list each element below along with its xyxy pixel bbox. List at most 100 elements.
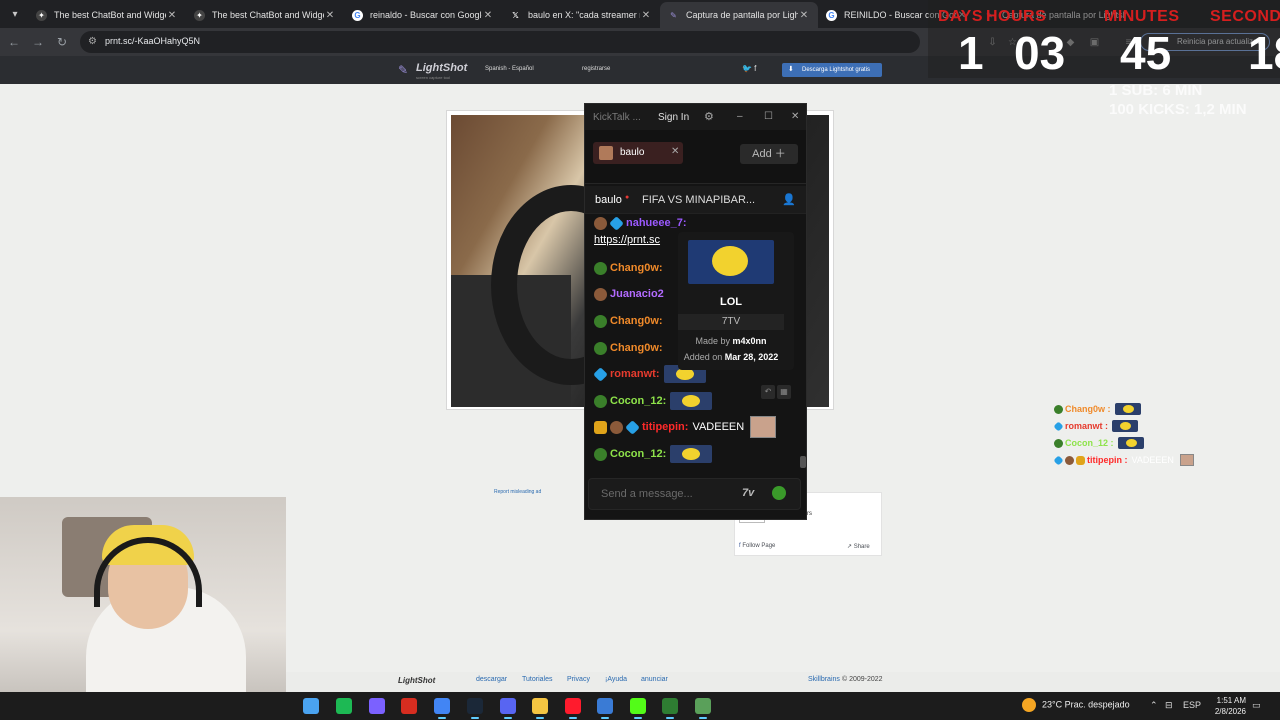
kicktalk-tabbar: baulo ✕ Add ＋: [585, 130, 806, 184]
language-indicator[interactable]: ESP: [1183, 700, 1201, 710]
follow-page-button[interactable]: f Follow Page: [739, 543, 775, 549]
copy-icon[interactable]: ▦: [777, 385, 791, 399]
face-emote[interactable]: [750, 416, 777, 438]
tab-close-icon[interactable]: ✕: [640, 10, 652, 21]
footer-link-tutorials[interactable]: Tutoriales: [522, 676, 552, 683]
opera-icon[interactable]: [565, 698, 581, 719]
reload-icon[interactable]: ↻: [54, 34, 70, 50]
file-explorer-icon[interactable]: [532, 698, 548, 719]
close-icon[interactable]: ✕: [791, 111, 799, 122]
chat-username[interactable]: Cocon_12:: [610, 448, 666, 460]
emote-name: LOL: [720, 296, 742, 308]
app2-icon[interactable]: [695, 698, 711, 719]
steam-icon[interactable]: [467, 698, 483, 719]
tab-close-icon[interactable]: ✕: [324, 10, 336, 21]
browser-tab[interactable]: 𝕏 baulo en X: "cada streamer nue ✕: [502, 2, 660, 28]
chat-username[interactable]: Chang0w:: [610, 315, 663, 327]
tab-close-icon[interactable]: ✕: [798, 10, 810, 21]
tab-search-button[interactable]: ▾: [4, 3, 26, 25]
spotify-icon[interactable]: [336, 698, 352, 714]
kick-icon[interactable]: [630, 698, 646, 719]
channel-tab-chip[interactable]: baulo ✕: [593, 142, 683, 164]
lightshot-logo[interactable]: ✎ LightShot screen capture tool: [398, 61, 468, 81]
emote-provider: 7TV: [678, 314, 784, 330]
gear-icon[interactable]: ⚙: [704, 110, 714, 123]
chat-message[interactable]: Chang0w:: [594, 339, 663, 357]
chat-link[interactable]: https://prnt.sc: [594, 234, 660, 246]
sign-in-button[interactable]: Sign In: [658, 112, 689, 123]
share-button[interactable]: ↗ Share: [847, 543, 870, 550]
chat-username[interactable]: nahueee_7:: [626, 217, 687, 229]
language-selector[interactable]: Spanish - Español: [485, 66, 534, 72]
browser-tab[interactable]: ✦ The best ChatBot and Widgets ✕: [186, 2, 344, 28]
stream-header: baulo ● FIFA VS MINAPIBAR... 👤: [585, 186, 806, 214]
chat-message[interactable]: Juanacio2: [594, 285, 664, 303]
app-icon[interactable]: [500, 698, 516, 719]
tab-close-icon[interactable]: ✕: [482, 10, 494, 21]
footer-logo[interactable]: LightShot: [398, 676, 435, 685]
obs-voice-icon[interactable]: [401, 698, 417, 714]
chat-input[interactable]: Send a message... 7v: [588, 478, 801, 510]
chat-username[interactable]: Juanacio2: [610, 288, 664, 300]
copilot-icon[interactable]: [303, 698, 319, 714]
chat-username[interactable]: titipepin:: [642, 421, 688, 433]
address-url[interactable]: prnt.sc/-KaaOHahyQ5N: [105, 36, 200, 46]
maximize-icon[interactable]: ☐: [764, 111, 773, 122]
browser-tab-active[interactable]: ✎ Captura de pantalla por Lightsh ✕: [660, 2, 818, 28]
reply-icon[interactable]: ↶: [761, 385, 775, 399]
add-channel-button[interactable]: Add ＋: [740, 144, 798, 164]
clock-date: 2/8/2026: [1214, 707, 1246, 716]
tab-close-icon[interactable]: ✕: [166, 10, 178, 21]
7tv-emote-picker-icon[interactable]: 7v: [742, 487, 754, 499]
footer-link-privacy[interactable]: Privacy: [567, 676, 590, 683]
discord-icon[interactable]: [369, 698, 385, 714]
report-ad-link[interactable]: Report misleading ad: [494, 489, 541, 495]
social-icons[interactable]: 🐦 f: [742, 64, 756, 73]
tray-chevron-icon[interactable]: ⌃: [1150, 700, 1158, 711]
footer-link-help[interactable]: ¡Ayuda: [605, 676, 627, 683]
browser-tab[interactable]: ✦ The best ChatBot and Widgets ✕: [28, 2, 186, 28]
chat-username[interactable]: Cocon_12:: [610, 395, 666, 407]
register-link[interactable]: registrarse: [582, 66, 610, 72]
chat-message[interactable]: Chang0w:: [594, 312, 663, 330]
user-icon[interactable]: 👤: [782, 193, 796, 206]
download-button[interactable]: ⬇ Descarga Lightshot gratis: [782, 63, 882, 77]
minimize-icon[interactable]: –: [737, 111, 743, 122]
lol-emote[interactable]: [670, 445, 713, 463]
follow-label: Follow Page: [742, 543, 776, 549]
chat-message[interactable]: https://prnt.sc: [594, 231, 660, 249]
browser-tab[interactable]: G reinaldo - Buscar con Google ✕: [344, 2, 502, 28]
footer-link-advertise[interactable]: anunciar: [641, 676, 668, 683]
chat-message[interactable]: Cocon_12:: [594, 445, 713, 463]
kick-emote-picker-icon[interactable]: [772, 486, 786, 500]
taskbar-clock[interactable]: 1:51 AM 2/8/2026: [1200, 695, 1246, 717]
logo-text: LightShot: [416, 62, 468, 74]
kicktalk-icon[interactable]: [662, 698, 678, 719]
back-arrow-icon[interactable]: ←: [6, 34, 22, 50]
lol-emote[interactable]: [670, 392, 713, 410]
download-label: Descarga Lightshot gratis: [802, 67, 871, 73]
network-icon[interactable]: ⊟: [1165, 700, 1173, 711]
chat-message[interactable]: titipepin: VADEEEN: [594, 416, 777, 438]
close-tab-icon[interactable]: ✕: [671, 146, 679, 157]
settings-icon[interactable]: [597, 698, 613, 719]
cube-badge-icon: [593, 366, 608, 382]
footer-link-download[interactable]: descargar: [476, 676, 507, 683]
overlay-chat: Chang0w : romanwt : Cocon_12 : titipepin :V…: [1053, 402, 1214, 472]
address-bar[interactable]: ⚙ prnt.sc/-KaaOHahyQ5N: [80, 31, 920, 53]
chrome-icon[interactable]: [434, 698, 450, 719]
chat-scrollbar[interactable]: [800, 456, 806, 468]
chat-username[interactable]: romanwt:: [610, 368, 660, 380]
weather-widget[interactable]: 23°C Prac. despejado: [1022, 698, 1130, 712]
made-by-label: Made by: [695, 336, 730, 346]
chat-message[interactable]: nahueee_7:: [594, 214, 687, 232]
chat-message[interactable]: Cocon_12:: [594, 392, 713, 410]
site-info-icon[interactable]: ⚙: [88, 36, 100, 48]
forward-arrow-icon[interactable]: →: [30, 34, 46, 50]
chat-username[interactable]: Chang0w:: [610, 262, 663, 274]
footer-brand-link[interactable]: Skillbrains: [808, 676, 840, 683]
chat-message[interactable]: Chang0w:: [594, 259, 663, 277]
footer-copyright: © 2009-2022: [842, 676, 883, 683]
notification-icon[interactable]: ▭: [1252, 700, 1261, 711]
chat-username[interactable]: Chang0w:: [610, 342, 663, 354]
